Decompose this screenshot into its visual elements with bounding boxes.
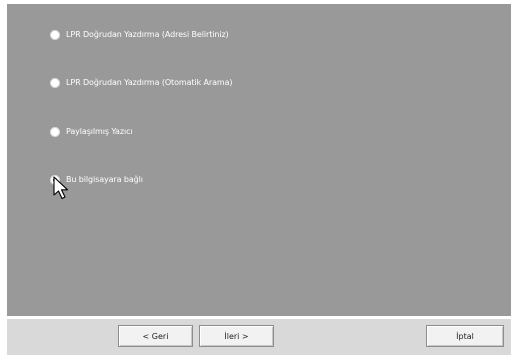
radio-option-lpr-auto-search[interactable]: LPR Doğrudan Yazdırma (Otomatik Arama) bbox=[50, 75, 233, 91]
radio-option-lpr-address[interactable]: LPR Doğrudan Yazdırma (Adresi Belirtiniz… bbox=[50, 27, 229, 43]
radio-button[interactable] bbox=[50, 78, 60, 88]
radio-option-shared-printer[interactable]: Paylaşılmış Yazıcı bbox=[50, 124, 133, 140]
connection-type-panel: LPR Doğrudan Yazdırma (Adresi Belirtiniz… bbox=[7, 4, 511, 316]
mouse-cursor-icon bbox=[53, 176, 69, 200]
radio-option-label: LPR Doğrudan Yazdırma (Otomatik Arama) bbox=[66, 78, 233, 87]
radio-option-label: LPR Doğrudan Yazdırma (Adresi Belirtiniz… bbox=[66, 30, 229, 39]
installer-window: LPR Doğrudan Yazdırma (Adresi Belirtiniz… bbox=[0, 0, 515, 360]
radio-option-label: Paylaşılmış Yazıcı bbox=[66, 127, 133, 136]
radio-option-label: Bu bilgisayara bağlı bbox=[66, 175, 143, 184]
wizard-button-bar: < Geri İleri > İptal bbox=[7, 319, 511, 355]
radio-button[interactable] bbox=[50, 127, 60, 137]
back-button[interactable]: < Geri bbox=[118, 325, 193, 347]
next-button[interactable]: İleri > bbox=[199, 325, 274, 347]
radio-button[interactable] bbox=[50, 30, 60, 40]
cancel-button[interactable]: İptal bbox=[426, 325, 504, 347]
